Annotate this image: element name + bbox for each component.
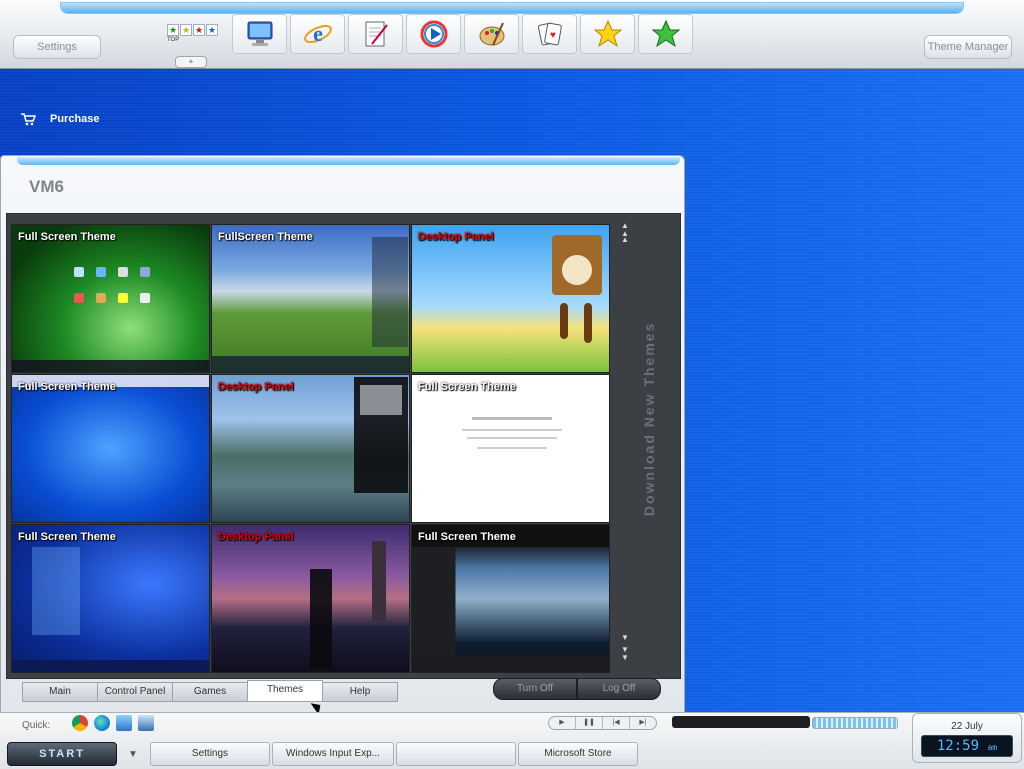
theme-label: Desktop Panel [418, 231, 494, 243]
theme-tile-3[interactable]: Desktop Panel [411, 224, 610, 373]
log-off-button[interactable]: Log Off [577, 678, 661, 700]
clock-date: 22 July [951, 721, 983, 732]
tab-main[interactable]: Main [22, 682, 98, 702]
bottom-shelf: Quick: ▶ ❚❚ |◀ ▶| 22 July 12:59 am START… [0, 712, 1024, 769]
red-star-icon: ★ [193, 24, 205, 36]
theme-tile-4[interactable]: Full Screen Theme [11, 374, 210, 523]
yellow-star-icon [593, 19, 622, 48]
clock-time-display: 12:59 am [921, 735, 1013, 757]
svg-text:♥: ♥ [550, 30, 556, 41]
theme-label: FullScreen Theme [218, 231, 313, 243]
app-notepad[interactable] [348, 14, 403, 54]
paint-palette-icon [479, 22, 504, 46]
chrome-icon[interactable] [72, 715, 88, 731]
window-tabs: Main Control Panel Games Themes Help [22, 680, 398, 702]
app-launcher-bar: e ♥ [232, 14, 693, 54]
notepad-icon [365, 21, 388, 47]
theme-grid: Full Screen Theme FullScreen Theme Deskt… [11, 224, 611, 673]
rating-caption: TOP [167, 37, 180, 43]
clock-widget: 22 July 12:59 am [912, 713, 1022, 763]
theme-manager-button[interactable]: Theme Manager [924, 35, 1012, 59]
scroll-bottom-icon[interactable]: ▼ ▼ [621, 646, 629, 662]
taskbar-item-microsoft-store[interactable]: Microsoft Store [518, 742, 638, 766]
download-new-themes-link[interactable]: Download New Themes [641, 322, 657, 516]
theme-label: Full Screen Theme [18, 231, 116, 243]
download-themes-panel[interactable]: ▲ ▲ ▲ Download New Themes ▼ ▼ ▼ [613, 214, 679, 678]
next-icon[interactable]: ▶| [630, 717, 656, 729]
yellow-star-icon: ★ [180, 24, 192, 36]
app-monitor[interactable] [232, 14, 287, 54]
top-rating[interactable]: ★ ★ ★ ★ TOP [167, 24, 219, 44]
theme-tile-5[interactable]: Desktop Panel [211, 374, 410, 523]
theme-window: VM6 Full Screen Theme FullScreen Theme D… [0, 155, 685, 714]
expand-tab[interactable]: + [175, 56, 207, 68]
start-button[interactable]: START [7, 742, 117, 766]
theme-tile-7[interactable]: Full Screen Theme [11, 524, 210, 673]
tab-games[interactable]: Games [172, 682, 248, 702]
pause-icon[interactable]: ❚❚ [576, 717, 603, 729]
quick-launch-label: Quick: [22, 720, 51, 731]
taskbar-menu-arrow-icon[interactable]: ▼ [128, 749, 138, 760]
theme-tile-6[interactable]: Full Screen Theme [411, 374, 610, 523]
app-green-star[interactable] [638, 14, 693, 54]
app-media-player[interactable] [406, 14, 461, 54]
svg-text:e: e [313, 21, 323, 46]
power-controls: Turn Off Log Off [493, 678, 661, 700]
purchase-label: Purchase [50, 113, 100, 125]
theme-label: Full Screen Theme [18, 381, 116, 393]
tab-control-panel[interactable]: Control Panel [97, 682, 173, 702]
clock-time: 12:59 [936, 738, 980, 754]
settings-button[interactable]: Settings [13, 35, 101, 59]
theme-label: Full Screen Theme [18, 531, 116, 543]
tab-themes[interactable]: Themes [247, 680, 323, 702]
turn-off-button[interactable]: Turn Off [493, 678, 577, 700]
theme-label: Full Screen Theme [418, 531, 516, 543]
cards-icon: ♥ [537, 22, 562, 46]
theme-label: Full Screen Theme [418, 381, 516, 393]
tab-help[interactable]: Help [322, 682, 398, 702]
theme-tile-2[interactable]: FullScreen Theme [211, 224, 410, 373]
quick-launch-bar [72, 715, 154, 731]
computer-icon[interactable] [116, 715, 132, 731]
theme-tile-8[interactable]: Desktop Panel [211, 524, 410, 673]
theme-label: Desktop Panel [218, 531, 294, 543]
green-star-icon [651, 19, 680, 48]
theme-label: Desktop Panel [218, 381, 294, 393]
app-favorites[interactable] [580, 14, 635, 54]
theme-tile-9[interactable]: Full Screen Theme [411, 524, 610, 673]
clock-ampm: am [987, 743, 998, 752]
window-rail [17, 157, 680, 165]
taskbar-item-windows-input[interactable]: Windows Input Exp... [272, 742, 394, 766]
blue-star-icon: ★ [206, 24, 218, 36]
app-cards[interactable]: ♥ [522, 14, 577, 54]
app-internet-explorer[interactable]: e [290, 14, 345, 54]
volume-slider[interactable] [812, 717, 898, 729]
cart-icon [21, 113, 36, 126]
network-icon[interactable] [138, 715, 154, 731]
media-track-display [672, 716, 810, 728]
theme-gallery: Full Screen Theme FullScreen Theme Deskt… [6, 213, 681, 679]
play-icon[interactable]: ▶ [549, 717, 576, 729]
monitor-icon [247, 21, 272, 46]
green-star-icon: ★ [167, 24, 179, 36]
taskbar: Settings Windows Input Exp... Microsoft … [150, 742, 638, 766]
edge-icon[interactable] [94, 715, 110, 731]
scroll-up-icon[interactable]: ▲ [621, 236, 629, 244]
taskbar-item-settings[interactable]: Settings [150, 742, 270, 766]
internet-explorer-icon: e [303, 21, 332, 46]
top-toolbar: Settings ★ ★ ★ ★ TOP + e ♥ Theme Manager [0, 0, 1024, 69]
scroll-down-icon[interactable]: ▼ [621, 634, 629, 642]
previous-icon[interactable]: |◀ [603, 717, 630, 729]
window-title: VM6 [29, 177, 64, 196]
taskbar-item-empty[interactable] [396, 742, 516, 766]
purchase-link[interactable]: Purchase [20, 112, 100, 126]
media-controls: ▶ ❚❚ |◀ ▶| [548, 716, 657, 730]
app-paint[interactable] [464, 14, 519, 54]
theme-tile-1[interactable]: Full Screen Theme [11, 224, 210, 373]
media-player-icon [420, 20, 447, 48]
toolbar-rail [60, 2, 964, 14]
